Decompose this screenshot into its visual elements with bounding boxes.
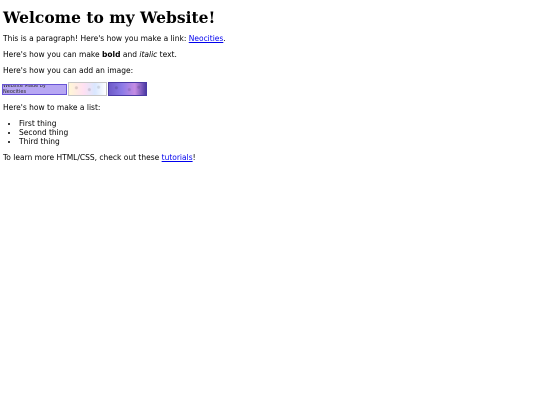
badge-website-made-by-neocities[interactable]: Website Made by Neocities: [2, 83, 67, 95]
paragraph-image: Here's how you can add an image:: [3, 66, 134, 76]
paragraph-format-prefix: Here's how you can make: [3, 50, 102, 60]
italic-text: italic: [139, 50, 158, 60]
paragraph-tutorials: To learn more HTML/CSS, check out these …: [3, 153, 537, 162]
paragraph-format-suffix: text.: [157, 50, 177, 60]
paragraph-format-middle: and: [120, 50, 140, 60]
bold-text: bold: [102, 50, 121, 60]
list-item: Third thing: [19, 137, 537, 146]
badge-3-pattern: [109, 83, 146, 96]
paragraph-link: This is a paragraph! Here's how you make…: [3, 34, 537, 43]
list-item: First thing: [19, 119, 537, 128]
page: Welcome to my Website! This is a paragra…: [0, 0, 540, 405]
badge-1-label: Website Made by Neocities: [3, 84, 46, 94]
list-item: Second thing: [19, 128, 537, 137]
paragraph-format: Here's how you can make bold and italic …: [3, 50, 537, 59]
paragraph-tutorials-prefix: To learn more HTML/CSS, check out these: [3, 153, 162, 163]
paragraph-link-prefix: This is a paragraph! Here's how you make…: [3, 34, 189, 44]
image-row: Website Made by Neocities: [2, 82, 537, 97]
badge-image-3[interactable]: [108, 82, 147, 97]
paragraph-link-suffix: .: [223, 34, 226, 44]
badge-image-2[interactable]: [68, 82, 107, 97]
bulleted-list: First thing Second thing Third thing: [3, 119, 537, 146]
neocities-link[interactable]: Neocities: [189, 34, 224, 43]
badge-2-pattern: [69, 83, 106, 96]
tutorials-link[interactable]: tutorials: [162, 153, 193, 162]
page-title: Welcome to my Website!: [3, 8, 216, 27]
paragraph-list: Here's how to make a list:: [3, 103, 101, 113]
paragraph-tutorials-suffix: !: [192, 153, 196, 163]
